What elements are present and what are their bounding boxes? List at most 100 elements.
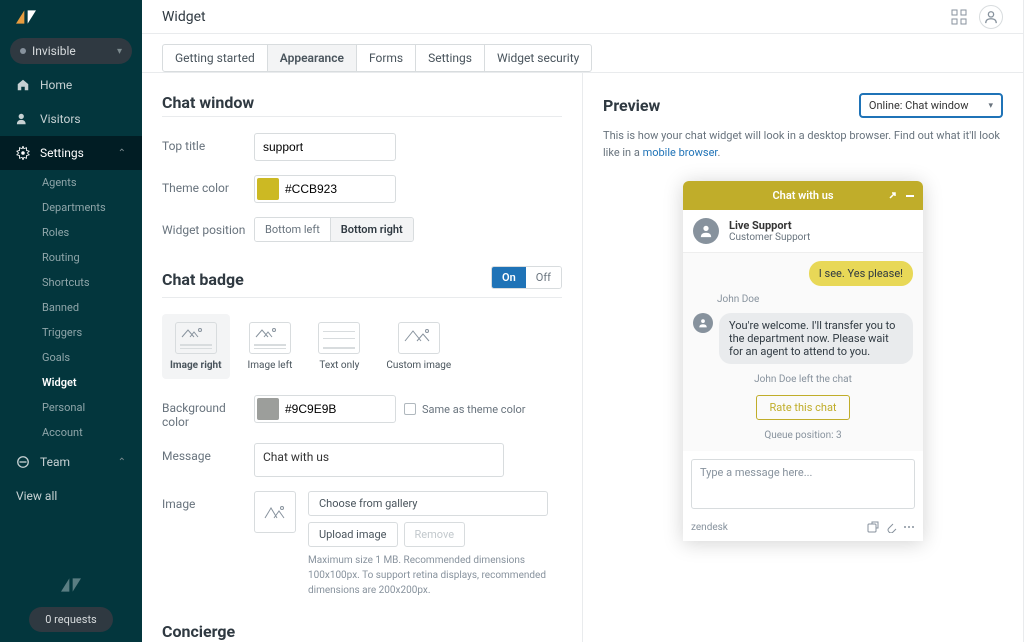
subnav-banned[interactable]: Banned [42, 295, 142, 320]
mountain-icon [254, 327, 284, 339]
label-bg-color: Background color [162, 395, 254, 429]
zendesk-icon [61, 578, 81, 592]
chevron-down-icon: ▾ [988, 101, 993, 111]
tab-widget-security[interactable]: Widget security [484, 44, 592, 72]
nav-home-label: Home [40, 78, 72, 92]
topbar: Widget [142, 0, 1023, 34]
tab-forms[interactable]: Forms [356, 44, 416, 72]
attachment-icon[interactable] [885, 521, 897, 533]
agent-message: You're welcome. I'll transfer you to the… [719, 313, 913, 364]
mobile-browser-link[interactable]: mobile browser [643, 146, 718, 159]
bg-swatch [257, 398, 279, 420]
chat-agent-bar: Live Support Customer Support [683, 210, 923, 253]
toggle-off[interactable]: Off [526, 267, 561, 288]
popout-icon[interactable] [887, 191, 897, 201]
style-image-left-label: Image left [248, 360, 293, 371]
chat-footer: zendesk [683, 517, 923, 541]
nav-visitors[interactable]: Visitors [0, 102, 142, 136]
subnav-goals[interactable]: Goals [42, 345, 142, 370]
upload-image-button[interactable]: Upload image [308, 522, 398, 547]
subnav-personal[interactable]: Personal [42, 395, 142, 420]
input-bg-color[interactable] [254, 395, 396, 423]
status-text: Invisible [32, 44, 111, 58]
chat-widget-preview: Chat with us Live Support Customer Suppo [683, 181, 923, 541]
chevron-down-icon: ▾ [117, 46, 122, 57]
tab-appearance[interactable]: Appearance [267, 44, 357, 72]
mountain-icon [263, 504, 287, 520]
label-widget-position: Widget position [162, 217, 254, 237]
mountain-icon [180, 327, 210, 339]
user-avatar[interactable] [979, 5, 1003, 29]
send-icon[interactable] [867, 521, 879, 533]
remove-image-button: Remove [404, 522, 466, 547]
status-selector[interactable]: Invisible ▾ [10, 38, 132, 64]
style-custom-image[interactable]: Custom image [378, 314, 459, 379]
input-top-title[interactable] [254, 133, 396, 161]
user-icon [984, 10, 998, 24]
input-message[interactable]: Chat with us [254, 443, 504, 477]
subnav-triggers[interactable]: Triggers [42, 320, 142, 345]
view-all-link[interactable]: View all [0, 479, 142, 513]
mountain-icon [403, 327, 433, 345]
preview-mode-select[interactable]: Online: Chat window ▾ [859, 93, 1003, 118]
bg-color-text[interactable] [281, 398, 371, 420]
style-text-only[interactable]: Text only [310, 314, 368, 379]
same-as-theme-row[interactable]: Same as theme color [404, 403, 526, 416]
more-icon[interactable] [903, 521, 915, 533]
input-theme-color[interactable] [254, 175, 396, 203]
label-theme-color: Theme color [162, 175, 254, 195]
page-title: Widget [162, 9, 206, 25]
widget-position-segment: Bottom left Bottom right [254, 217, 414, 242]
home-icon [16, 78, 30, 92]
theme-color-text[interactable] [281, 178, 371, 200]
label-image: Image [162, 491, 254, 511]
visitors-icon [16, 112, 30, 126]
settings-subnav: Agents Departments Roles Routing Shortcu… [0, 170, 142, 445]
apps-grid-icon[interactable] [951, 9, 967, 25]
nav-team-label: Team [40, 455, 70, 469]
checkbox-icon [404, 403, 416, 415]
subnav-widget[interactable]: Widget [42, 370, 142, 395]
same-as-theme-label: Same as theme color [422, 403, 526, 416]
style-image-right[interactable]: Image right [162, 314, 230, 379]
nav-home[interactable]: Home [0, 68, 142, 102]
tab-getting-started[interactable]: Getting started [162, 44, 268, 72]
chat-input[interactable]: Type a message here... [691, 459, 915, 509]
preview-column: Preview Online: Chat window ▾ This is ho… [583, 73, 1023, 642]
section-chat-badge: Chat badge [162, 270, 244, 289]
subnav-routing[interactable]: Routing [42, 245, 142, 270]
minimize-icon[interactable] [905, 191, 915, 201]
user-message: I see. Yes please! [809, 261, 913, 286]
preview-description: This is how your chat widget will look i… [603, 128, 1003, 161]
section-concierge: Concierge [162, 622, 562, 642]
requests-pill[interactable]: 0 requests [29, 607, 112, 632]
subnav-agents[interactable]: Agents [42, 170, 142, 195]
pos-bottom-left[interactable]: Bottom left [255, 218, 330, 241]
subnav-roles[interactable]: Roles [42, 220, 142, 245]
image-help-text: Maximum size 1 MB. Recommended dimension… [308, 553, 548, 598]
sidebar: Invisible ▾ Home Visitors Settings ⌃ Age… [0, 0, 142, 642]
agent-avatar-icon [693, 218, 719, 244]
subnav-departments[interactable]: Departments [42, 195, 142, 220]
subnav-account[interactable]: Account [42, 420, 142, 445]
logo-row [0, 0, 142, 34]
rate-chat-button[interactable]: Rate this chat [756, 395, 849, 420]
style-image-left[interactable]: Image left [240, 314, 301, 379]
style-custom-image-label: Custom image [386, 360, 451, 371]
pos-bottom-right[interactable]: Bottom right [330, 218, 413, 241]
zendesk-footer-logo [0, 572, 142, 601]
system-left-chat: John Doe left the chat [693, 374, 913, 385]
agent-subtitle: Customer Support [729, 232, 810, 243]
toggle-on[interactable]: On [492, 267, 526, 288]
nav-team[interactable]: Team ⌃ [0, 445, 142, 479]
tab-settings[interactable]: Settings [415, 44, 485, 72]
choose-gallery-button[interactable]: Choose from gallery [308, 491, 548, 516]
settings-column: Chat window Top title Theme color Wi [142, 73, 583, 642]
nav-settings[interactable]: Settings ⌃ [0, 136, 142, 170]
nav-visitors-label: Visitors [40, 112, 81, 126]
style-text-only-label: Text only [319, 360, 359, 371]
badge-style-picker: Image right Image left Text only Custom … [162, 314, 562, 379]
team-icon [16, 455, 30, 469]
subnav-shortcuts[interactable]: Shortcuts [42, 270, 142, 295]
chevron-up-icon: ⌃ [118, 148, 126, 159]
